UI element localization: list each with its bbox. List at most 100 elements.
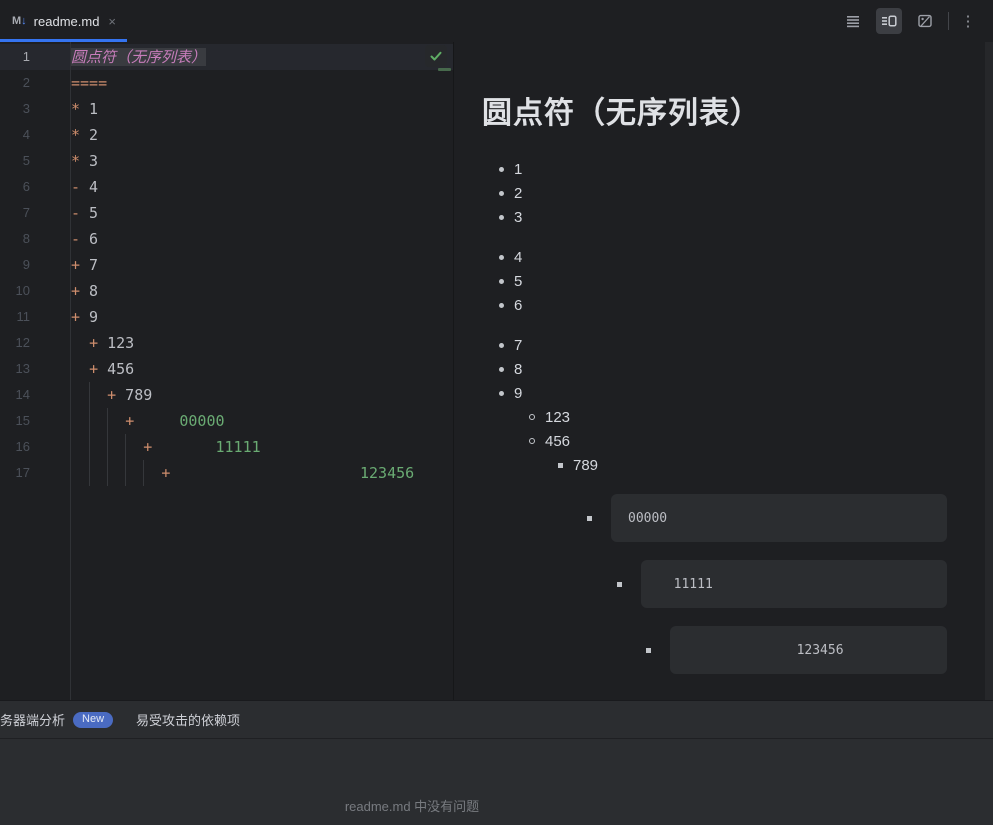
preview-list-item: 2 xyxy=(454,181,993,205)
markdown-layout-toolbar: ⋮ xyxy=(840,0,977,42)
editor-line[interactable]: 5 * 3 xyxy=(0,148,453,174)
code-token: * xyxy=(71,152,81,170)
indent-guide xyxy=(107,408,109,434)
preview-list-item: 3 xyxy=(454,205,993,229)
tab-readme-md[interactable]: M↓ readme.md × xyxy=(0,0,130,42)
list-item-text: 3 xyxy=(514,208,523,226)
tab-title: readme.md xyxy=(33,13,100,29)
bullet-disc-icon xyxy=(499,190,504,196)
bullet-square-icon xyxy=(587,515,592,521)
editor-line[interactable]: 12 + 123 xyxy=(0,330,453,356)
bullet-circle-icon xyxy=(529,414,535,420)
indent-guide xyxy=(107,460,109,486)
list-item-text: 2 xyxy=(514,184,523,202)
toolbar-separator xyxy=(948,12,949,30)
close-tab-icon[interactable]: × xyxy=(108,15,116,28)
code-block: 11111 xyxy=(641,560,947,608)
preview-list: 1 2 3 4 5 6 7 8 9 123 456 789 00000 11111 123456 xyxy=(454,157,993,674)
indent-guide xyxy=(143,460,145,486)
code-token: 00000 xyxy=(179,412,225,430)
bullet-disc-icon xyxy=(499,342,504,348)
line-number: 16 xyxy=(15,439,30,454)
gutter-separator xyxy=(70,42,71,700)
list-item-text: 7 xyxy=(514,336,523,354)
editor-line[interactable]: 6 - 4 xyxy=(0,174,453,200)
indent-guide xyxy=(89,408,91,434)
indent-guide xyxy=(89,434,91,460)
editor-line[interactable]: 1 圆点符（无序列表） xyxy=(0,44,453,70)
analysis-ok-stripe xyxy=(438,68,451,71)
code-token: + xyxy=(71,308,81,326)
editor-line[interactable]: 11 + 9 xyxy=(0,304,453,330)
bullet-disc-icon xyxy=(499,302,504,308)
editor-lines: 1 圆点符（无序列表） 2 ==== 3 * 1 4 * 2 5 * 36- 47- 58- 69… xyxy=(0,44,453,486)
markdown-editor[interactable]: 1 圆点符（无序列表） 2 ==== 3 * 1 4 * 2 5 * 36- 47- 58- 69… xyxy=(0,42,453,700)
more-options-button[interactable]: ⋮ xyxy=(959,12,977,30)
code-token: 123456 xyxy=(360,464,415,482)
code-token: 789 xyxy=(116,386,153,404)
show-editor-only-button[interactable] xyxy=(840,8,866,34)
code-token: 圆点符（无序列表） xyxy=(71,48,207,66)
list-item-text: 8 xyxy=(514,360,523,378)
line-number: 11 xyxy=(16,309,31,324)
list-item-text: 1 xyxy=(514,160,523,178)
tab-server-side-analysis-label: 务器端分析 xyxy=(0,713,66,728)
code-token: 4 xyxy=(80,178,99,196)
inspection-status-widget[interactable] xyxy=(425,45,447,67)
ide-window: M↓ readme.md × ⋮ 1 圆点符（无序列表） 2 ==== 3 * … xyxy=(0,0,993,825)
editor-line[interactable]: 15 + 00000 xyxy=(0,408,453,434)
scrollbar-track[interactable] xyxy=(985,42,993,740)
tab-vulnerable-dependencies[interactable]: 易受攻击的依赖项 xyxy=(136,710,240,729)
list-item-text: 5 xyxy=(514,272,523,290)
line-number: 14 xyxy=(15,387,30,402)
preview-list-item: 789 xyxy=(454,453,993,477)
code-token: + xyxy=(71,256,81,274)
markdown-preview[interactable]: 圆点符（无序列表） 1 2 3 4 5 6 7 8 9 123 456 789 00000 11111 … xyxy=(453,42,993,700)
preview-list-item: 7 xyxy=(454,333,993,357)
preview-only-icon xyxy=(917,13,933,29)
editor-line[interactable]: 3 * 1 xyxy=(0,96,453,122)
line-number: 17 xyxy=(15,465,30,480)
line-number: 3 xyxy=(22,101,30,116)
tab-server-side-analysis[interactable]: 务器端分析 New xyxy=(0,710,114,729)
preview-code-item: 123456 xyxy=(454,626,993,674)
editor-line[interactable]: 7 - 5 xyxy=(0,200,453,226)
line-number: 5 xyxy=(22,153,30,168)
editor-line[interactable]: 17 + 123456 xyxy=(0,460,453,486)
code-token: - xyxy=(71,204,81,222)
check-icon xyxy=(429,49,443,63)
bullet-disc-icon xyxy=(499,254,504,260)
code-token: 11111 xyxy=(215,438,261,456)
editor-line[interactable]: 8 - 6 xyxy=(0,226,453,252)
editor-line[interactable]: 2 ==== xyxy=(0,70,453,96)
code-token: + xyxy=(107,386,117,404)
code-token: + xyxy=(125,412,135,430)
editor-line[interactable]: 14 + 789 xyxy=(0,382,453,408)
preview-list-item: 123 xyxy=(454,405,993,429)
code-token: + xyxy=(71,282,81,300)
bullet-disc-icon xyxy=(499,166,504,172)
editor-and-preview-icon xyxy=(881,13,897,29)
editor-line[interactable]: 9 + 7 xyxy=(0,252,453,278)
editor-line[interactable]: 10 + 8 xyxy=(0,278,453,304)
line-number: 10 xyxy=(15,283,30,298)
list-item-text: 9 xyxy=(514,384,523,402)
new-badge: New xyxy=(73,711,114,728)
code-token: 9 xyxy=(80,308,99,326)
line-number: 6 xyxy=(22,179,30,194)
editor-line[interactable]: 4 * 2 xyxy=(0,122,453,148)
editor-line[interactable]: 13 + 456 xyxy=(0,356,453,382)
code-token: 3 xyxy=(80,152,99,170)
preview-heading: 圆点符（无序列表） xyxy=(482,97,761,130)
markdown-file-icon: M↓ xyxy=(12,15,27,27)
list-item-text: 4 xyxy=(514,248,523,266)
preview-list-item: 4 xyxy=(454,245,993,269)
show-editor-and-preview-button[interactable] xyxy=(876,8,902,34)
editor-line[interactable]: 16 + 11111 xyxy=(0,434,453,460)
show-preview-only-button[interactable] xyxy=(912,8,938,34)
no-problems-message: readme.md 中没有问题 xyxy=(344,799,480,814)
line-number: 9 xyxy=(22,257,30,272)
code-token: * xyxy=(71,126,81,144)
code-token: 2 xyxy=(80,126,99,144)
